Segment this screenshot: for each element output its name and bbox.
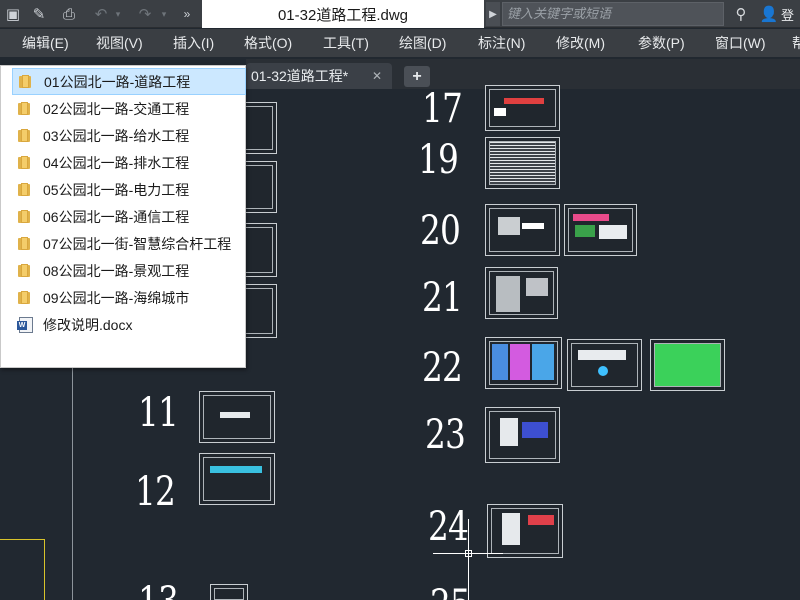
- menu-parameters[interactable]: 参数(P): [638, 33, 685, 53]
- menu-draw[interactable]: 绘图(D): [399, 33, 446, 53]
- folder-icon: [18, 210, 35, 223]
- word-document-icon: [17, 316, 33, 333]
- user-icon[interactable]: 👤: [758, 3, 780, 25]
- list-item-folder[interactable]: 04公园北一路-排水工程: [12, 149, 246, 176]
- save-as-icon[interactable]: ✎: [28, 3, 50, 25]
- drawing-number: 17: [422, 86, 463, 132]
- menu-format[interactable]: 格式(O): [244, 33, 292, 53]
- undo-dropdown-icon[interactable]: ▾: [112, 3, 124, 25]
- list-item-label: 09公园北一路-海绵城市: [43, 289, 190, 306]
- file-title: 01-32道路工程.dwg: [202, 0, 484, 28]
- undo-icon[interactable]: ↶: [90, 3, 112, 25]
- list-item-folder[interactable]: 02公园北一路-交通工程: [12, 95, 246, 122]
- drawing-sheet[interactable]: [485, 407, 560, 463]
- folder-icon: [18, 291, 35, 304]
- drawing-number: 12: [135, 469, 176, 515]
- drawing-sheet[interactable]: [485, 137, 560, 189]
- new-tab-button[interactable]: +: [404, 66, 430, 87]
- expand-toolbar-icon[interactable]: »: [178, 3, 196, 25]
- folder-icon: [19, 75, 36, 88]
- drawing-number: 22: [422, 345, 463, 391]
- drawing-sheet[interactable]: [485, 337, 562, 389]
- login-label[interactable]: 登: [781, 5, 794, 24]
- menu-modify[interactable]: 修改(M): [556, 33, 605, 53]
- drawing-number: 21: [422, 275, 463, 321]
- drawing-sheet[interactable]: [199, 453, 275, 505]
- drawing-sheet[interactable]: [210, 584, 248, 600]
- folder-icon: [18, 237, 35, 250]
- drawing-sheet[interactable]: [650, 339, 725, 391]
- save-icon[interactable]: ▣: [2, 3, 24, 25]
- drawing-sheet[interactable]: [485, 204, 560, 256]
- chevron-right-icon[interactable]: ▶: [486, 2, 500, 26]
- list-item-label: 03公园北一路-给水工程: [43, 127, 190, 144]
- list-item-folder[interactable]: 01公园北一路-道路工程: [12, 68, 246, 95]
- divider-line: [72, 357, 73, 600]
- menu-insert[interactable]: 插入(I): [173, 33, 214, 53]
- list-item-label: 06公园北一路-通信工程: [43, 208, 190, 225]
- drawing-sheet[interactable]: [199, 391, 275, 443]
- binoculars-icon[interactable]: ⚲: [730, 3, 752, 25]
- list-item-folder[interactable]: 03公园北一路-给水工程: [12, 122, 246, 149]
- drawing-sheet[interactable]: [485, 267, 558, 319]
- drawing-number: 25: [430, 582, 471, 600]
- menu-edit[interactable]: 编辑(E): [22, 33, 69, 53]
- drawing-number: 20: [420, 208, 461, 254]
- cursor-pickbox: [465, 550, 472, 557]
- folder-icon: [18, 129, 35, 142]
- drawing-sheet[interactable]: [487, 504, 563, 558]
- folder-icon: [18, 264, 35, 277]
- tab-drawing[interactable]: 01-32道路工程* ✕: [246, 63, 392, 89]
- list-item-folder[interactable]: 09公园北一路-海绵城市: [12, 284, 246, 311]
- folder-icon: [18, 102, 35, 115]
- tab-drawing-label: 01-32道路工程*: [251, 68, 349, 84]
- drawing-number: 24: [428, 504, 469, 550]
- drawing-sheet[interactable]: [567, 339, 642, 391]
- drawing-number: 19: [418, 137, 459, 183]
- menu-bar: 编辑(E) 视图(V) 插入(I) 格式(O) 工具(T) 绘图(D) 标注(N…: [0, 29, 800, 57]
- menu-help[interactable]: 帮: [792, 33, 800, 53]
- title-bar: ▣ ✎ ⎙ ↶ ▾ ↷ ▾ » 01-32道路工程.dwg ▶ 键入关键字或短语…: [0, 0, 800, 28]
- list-item-label: 02公园北一路-交通工程: [43, 100, 190, 117]
- folder-icon: [18, 156, 35, 169]
- close-icon[interactable]: ✕: [372, 63, 382, 89]
- list-item-folder[interactable]: 07公园北一街-智慧综合杆工程: [12, 230, 246, 257]
- list-item-file[interactable]: 修改说明.docx: [12, 311, 246, 338]
- list-item-label: 07公园北一街-智慧综合杆工程: [43, 235, 232, 252]
- list-item-folder[interactable]: 05公园北一路-电力工程: [12, 176, 246, 203]
- crosshair-vertical: [468, 519, 469, 600]
- list-item-label: 01公园北一路-道路工程: [44, 73, 191, 90]
- drawing-number: 23: [425, 412, 466, 458]
- list-item-label: 08公园北一路-景观工程: [43, 262, 190, 279]
- menu-view[interactable]: 视图(V): [96, 33, 143, 53]
- folder-dropdown: 01公园北一路-道路工程 02公园北一路-交通工程 03公园北一路-给水工程 0…: [0, 65, 246, 368]
- drawing-number: 13: [138, 579, 179, 600]
- list-item-label: 04公园北一路-排水工程: [43, 154, 190, 171]
- list-item-label: 05公园北一路-电力工程: [43, 181, 190, 198]
- search-input[interactable]: 键入关键字或短语: [502, 2, 724, 26]
- drawing-sheet[interactable]: [485, 85, 560, 131]
- drawing-sheet[interactable]: [564, 204, 637, 256]
- menu-window[interactable]: 窗口(W): [715, 33, 766, 53]
- menu-dimension[interactable]: 标注(N): [478, 33, 525, 53]
- redo-icon[interactable]: ↷: [134, 3, 156, 25]
- print-icon[interactable]: ⎙: [58, 3, 80, 25]
- redo-dropdown-icon[interactable]: ▾: [158, 3, 170, 25]
- list-item-folder[interactable]: 06公园北一路-通信工程: [12, 203, 246, 230]
- folder-icon: [18, 183, 35, 196]
- list-item-label: 修改说明.docx: [43, 316, 133, 333]
- drawing-number: 11: [138, 390, 179, 436]
- frame-rectangle: [0, 539, 45, 600]
- list-item-folder[interactable]: 08公园北一路-景观工程: [12, 257, 246, 284]
- menu-tools[interactable]: 工具(T): [323, 33, 369, 53]
